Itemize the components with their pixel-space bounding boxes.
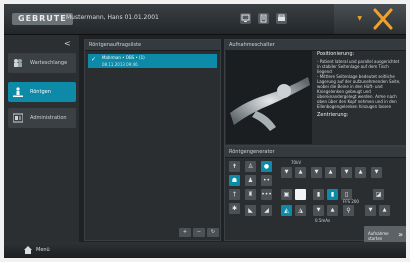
- position-side-button[interactable]: †: [229, 189, 240, 200]
- patient-child-button[interactable]: ♟: [245, 175, 256, 186]
- menu-label: Menü: [36, 247, 50, 253]
- tube-angle-button[interactable]: ◪: [373, 189, 384, 200]
- centering-heading: Zentrierung:: [317, 112, 349, 118]
- focus-up-button[interactable]: ▲: [379, 205, 390, 216]
- sidebar-item-warteschlange[interactable]: Warteschlange: [8, 53, 76, 73]
- grid-button[interactable]: ◮: [295, 205, 306, 216]
- xray-preview-image: [226, 51, 312, 144]
- position-arms-button[interactable]: ✱: [229, 203, 240, 214]
- sidebar-item-roentgen[interactable]: Röntgen: [8, 82, 76, 102]
- positioning-line: Ellenbogengelenken hinzugen lassen: [317, 104, 392, 109]
- recording-title: Aufnahmeschalter: [225, 40, 406, 51]
- kv-label: 70kV: [291, 160, 302, 165]
- check-icon: ✓: [91, 56, 97, 63]
- kv-extra-down-button[interactable]: ▼: [371, 167, 382, 178]
- top-bar: GEBRUTE Mustermann, Hans 01.01.2001 ▼: [4, 4, 406, 35]
- dots-two-button[interactable]: ••: [261, 175, 272, 186]
- start-label-line2: starten: [368, 236, 383, 241]
- focus-down-button[interactable]: ▼: [365, 205, 376, 216]
- order-list-title: Röntgenauftragsliste: [85, 40, 220, 51]
- field-small-button[interactable]: ▣: [281, 189, 292, 200]
- document-icon[interactable]: [258, 13, 269, 24]
- xray-person-icon: [13, 87, 23, 97]
- brand-x-icon: [373, 8, 393, 30]
- angle-low-button[interactable]: ◣: [245, 205, 256, 216]
- focus-person-button[interactable]: ⚲: [343, 205, 354, 216]
- kv-down-button[interactable]: ▼: [281, 167, 292, 178]
- sidebar-collapse-button[interactable]: <: [64, 39, 71, 48]
- app-screen: GEBRUTE Mustermann, Hans 01.01.2001 ▼ <: [4, 4, 406, 258]
- sidebar: < Warteschlange Röntgen Administration: [4, 35, 79, 242]
- kv-step-up-button[interactable]: ▲: [355, 167, 366, 178]
- focus-label: FFS 200: [343, 199, 359, 204]
- field-large-button[interactable]: [295, 189, 306, 200]
- sidebar-item-label: Röntgen: [30, 89, 51, 95]
- patient-medium-button[interactable]: ●: [261, 161, 272, 172]
- order-list-panel: Röntgenauftragsliste ✓ Mahrman • OBS • (…: [84, 39, 221, 241]
- device-frame: GEBRUTE Mustermann, Hans 01.01.2001 ▼ <: [0, 0, 410, 262]
- bottom-bar: Menü: [4, 242, 406, 258]
- order-row[interactable]: ✓ Mahrman • OBS • (1) 08.11.2013 09:46: [88, 54, 217, 68]
- printer-icon[interactable]: [276, 13, 287, 24]
- double-chevron-right-icon: »: [398, 230, 403, 239]
- kv-fine-up-button[interactable]: ▲: [325, 167, 336, 178]
- recording-panel: Aufnahmeschalter Positionierung: - Patie…: [224, 39, 406, 146]
- brand-arrow-icon: ▼: [357, 15, 362, 22]
- mas-label: 0.5mAs: [315, 218, 331, 223]
- monitor-icon[interactable]: [240, 13, 251, 24]
- position-lying-button[interactable]: ☗: [229, 175, 240, 186]
- order-row-title: Mahrman • OBS • (1): [102, 55, 145, 60]
- sidebar-item-administration[interactable]: Administration: [8, 108, 76, 128]
- brand-area: ▼: [334, 4, 406, 34]
- sidebar-item-label: Warteschlange: [30, 60, 68, 66]
- kv-step-down-button[interactable]: ▼: [341, 167, 352, 178]
- dots-three-button[interactable]: •••: [261, 189, 272, 200]
- positioning-heading: Positionierung:: [317, 51, 355, 57]
- kv-up-button[interactable]: ▲: [295, 167, 306, 178]
- position-standing-button[interactable]: ✝: [229, 161, 240, 172]
- patient-info: Mustermann, Hans 01.01.2001: [66, 14, 159, 21]
- patient-large-button[interactable]: ♜: [245, 189, 256, 200]
- sidebar-item-label: Administration: [30, 115, 67, 121]
- admin-icon: [13, 113, 23, 123]
- kv-fine-down-button[interactable]: ▼: [311, 167, 322, 178]
- generator-title: Röntgengenerator: [225, 147, 406, 158]
- mas-up-button[interactable]: ▲: [327, 205, 338, 216]
- filter-button[interactable]: ◭: [281, 205, 292, 216]
- angle-high-button[interactable]: ◢: [261, 205, 272, 216]
- refresh-order-button[interactable]: ↻: [207, 228, 219, 237]
- positioning-instructions: Positionierung: - Patient lateral und pa…: [317, 52, 405, 118]
- add-order-button[interactable]: +: [179, 228, 191, 237]
- remove-order-button[interactable]: −: [193, 228, 205, 237]
- home-icon: [24, 246, 32, 254]
- detector-center-button[interactable]: ▮: [327, 189, 338, 200]
- patient-queue-icon: [14, 59, 22, 67]
- order-row-date: 08.11.2013 09:46: [102, 62, 138, 67]
- app-logo: GEBRUTE: [12, 13, 73, 25]
- detector-left-button[interactable]: ▮: [313, 189, 324, 200]
- patient-small-button[interactable]: ♙: [245, 161, 256, 172]
- mas-down-button[interactable]: ▼: [313, 205, 324, 216]
